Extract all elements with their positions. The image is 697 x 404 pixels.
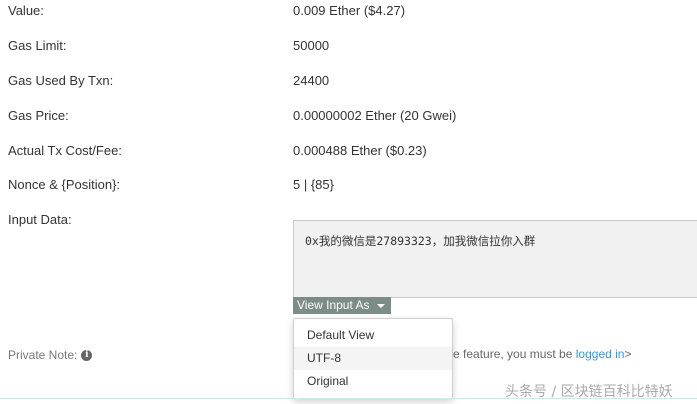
gas-limit-row: Gas Limit: 50000: [0, 35, 697, 69]
private-note-label: Private Note:: [8, 348, 78, 362]
private-note-message-suffix: >: [624, 347, 632, 361]
view-input-dropdown-menu: Default View UTF-8 Original: [293, 318, 453, 399]
dropdown-item-default-view[interactable]: Default View: [294, 324, 452, 347]
private-note-message-prefix: e feature, you must be: [453, 347, 576, 361]
nonce-label: Nonce & {Position}:: [8, 177, 121, 192]
caret-down-icon: [376, 303, 385, 308]
view-input-as-button[interactable]: View Input As: [293, 297, 391, 314]
tx-fee-value: 0.000488 Ether ($0.23): [293, 143, 427, 158]
nonce-row: Nonce & {Position}: 5 | {85}: [0, 174, 697, 208]
value-row: Value: 0.009 Ether ($4.27): [0, 0, 697, 34]
view-input-as-label: View Input As: [297, 298, 370, 312]
input-data-textarea[interactable]: 0x我的微信是27893323，加我微信拉你入群: [293, 220, 697, 298]
value-label: Value:: [8, 3, 44, 18]
gas-limit-value: 50000: [293, 38, 330, 53]
tx-fee-row: Actual Tx Cost/Fee: 0.000488 Ether ($0.2…: [0, 140, 697, 174]
dropdown-item-utf8[interactable]: UTF-8: [294, 347, 452, 370]
gas-price-row: Gas Price: 0.00000002 Ether (20 Gwei): [0, 105, 697, 139]
input-data-text: 0x我的微信是27893323，加我微信拉你入群: [305, 234, 536, 248]
gas-used-row: Gas Used By Txn: 24400: [0, 70, 697, 104]
bottom-divider: [0, 398, 697, 399]
private-note-message: e feature, you must be logged in>: [453, 347, 631, 361]
gas-limit-label: Gas Limit:: [8, 38, 67, 53]
tx-fee-label: Actual Tx Cost/Fee:: [8, 143, 122, 158]
nonce-value: 5 | {85}: [293, 177, 334, 192]
dropdown-item-original[interactable]: Original: [294, 370, 452, 393]
gas-price-value: 0.00000002 Ether (20 Gwei): [293, 108, 457, 123]
gas-used-label: Gas Used By Txn:: [8, 73, 114, 88]
input-data-label: Input Data:: [8, 212, 72, 227]
gas-price-label: Gas Price:: [8, 108, 69, 123]
gas-used-value: 24400: [293, 73, 330, 88]
logged-in-link[interactable]: logged in: [576, 347, 625, 361]
value-amount: 0.009 Ether ($4.27): [293, 3, 406, 18]
info-icon[interactable]: i: [81, 349, 93, 361]
private-note: Private Note: i: [8, 348, 93, 362]
